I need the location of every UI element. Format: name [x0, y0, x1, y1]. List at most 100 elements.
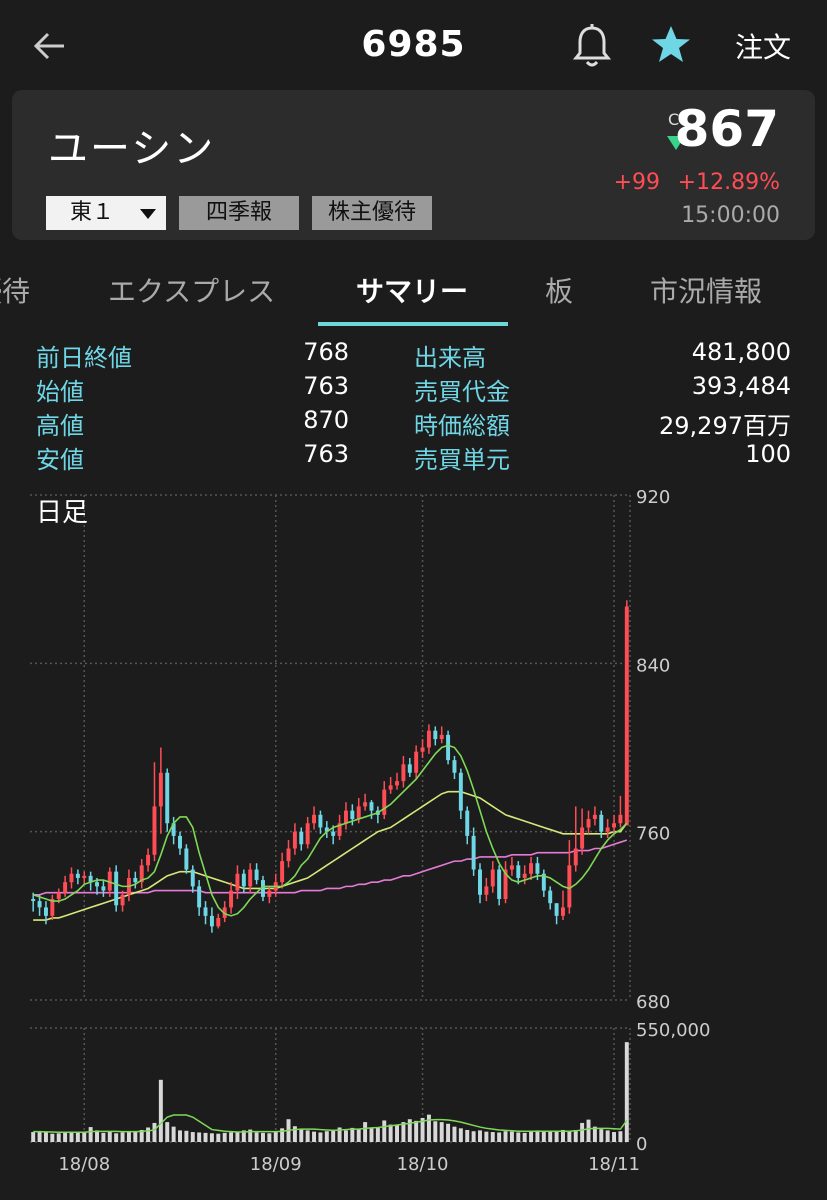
candle-body — [286, 848, 291, 862]
volume-tick-label: 0 — [636, 1134, 647, 1155]
volume-bar — [178, 1130, 182, 1142]
candle-body — [114, 871, 119, 906]
daily-chart[interactable]: 920 840 760 680 550,000 0 18/08 18/09 18/10 18/11… — [0, 480, 827, 1200]
summary-value: 481,800 — [691, 338, 791, 366]
candle-body — [31, 899, 36, 902]
volume-bar — [318, 1132, 323, 1142]
candle-body — [439, 734, 444, 740]
summary-label: 始値 — [36, 378, 84, 406]
volume-bar — [612, 1132, 617, 1142]
candle-body — [356, 806, 361, 820]
candle-body — [43, 907, 48, 916]
summary-label: 売買代金 — [414, 378, 510, 406]
volume-bar — [363, 1122, 368, 1142]
price-tick-label: 840 — [636, 655, 670, 676]
candle-body — [178, 835, 182, 849]
price-change: +99 — [613, 170, 660, 195]
candle-body — [580, 827, 585, 849]
volume-bar — [350, 1127, 355, 1142]
candle-body — [312, 814, 317, 824]
price-time: 15:00:00 — [681, 203, 780, 228]
candle-body — [586, 819, 591, 828]
candle-body — [229, 890, 234, 908]
volume-bar — [56, 1133, 61, 1142]
candle-body — [516, 865, 521, 878]
volume-bar — [171, 1126, 176, 1142]
candle-body — [267, 890, 272, 897]
candle-body — [529, 863, 534, 874]
candle-body — [37, 901, 42, 908]
volume-bar — [541, 1132, 546, 1142]
shikiho-button[interactable]: 四季報 — [179, 196, 299, 230]
volume-bar — [216, 1133, 221, 1142]
candle-body — [56, 892, 61, 899]
candle-body — [299, 831, 304, 845]
current-price: 867 — [674, 100, 779, 158]
date-tick-label: 18/10 — [397, 1154, 449, 1175]
tab-benefit[interactable]: 優待 — [0, 270, 30, 310]
candle-body — [452, 760, 457, 773]
volume-bar — [107, 1131, 112, 1142]
volume-bar — [197, 1132, 202, 1142]
summary-row: 高値 870 時価総額 29,297百万 — [0, 406, 827, 440]
tab-market-info[interactable]: 市況情報 — [650, 270, 762, 310]
volume-bar — [503, 1131, 508, 1142]
volume-bar — [471, 1131, 476, 1142]
volume-bar — [580, 1122, 585, 1142]
date-tick-label: 18/09 — [250, 1154, 302, 1175]
volume-bar — [573, 1129, 578, 1142]
candle-body — [567, 865, 572, 908]
tab-express[interactable]: エクスプレス — [108, 270, 275, 310]
tab-summary[interactable]: サマリー — [356, 270, 468, 310]
shareholder-benefit-button[interactable]: 株主優待 — [312, 196, 432, 230]
volume-bar — [490, 1132, 495, 1142]
volume-bar — [618, 1131, 623, 1142]
volume-bar — [229, 1132, 234, 1142]
volume-bar — [126, 1132, 131, 1142]
date-tick-label: 18/08 — [58, 1154, 110, 1175]
candle-body — [318, 814, 323, 828]
candle-body — [69, 873, 74, 883]
order-button[interactable]: 注文 — [735, 26, 791, 66]
volume-bar — [299, 1129, 304, 1142]
price-tick-label: 680 — [636, 992, 670, 1013]
star-icon[interactable] — [650, 24, 692, 66]
candle-body — [197, 886, 202, 908]
summary-value: 763 — [303, 372, 349, 400]
candle-body — [343, 810, 348, 824]
candle-body — [95, 882, 99, 887]
volume-bar — [567, 1131, 572, 1142]
volume-bar — [267, 1133, 272, 1142]
volume-bar — [63, 1132, 68, 1142]
tab-board[interactable]: 板 — [545, 270, 573, 310]
summary-label: 安値 — [36, 446, 84, 474]
volume-bar — [369, 1127, 374, 1142]
volume-bar — [529, 1131, 534, 1142]
volume-bar — [261, 1132, 265, 1142]
back-arrow-icon[interactable] — [30, 26, 70, 66]
summary-value: 763 — [303, 440, 349, 468]
summary-label: 出来高 — [414, 344, 486, 372]
candle-body — [535, 863, 540, 874]
volume-bar — [158, 1079, 163, 1142]
candle-body — [292, 831, 297, 849]
candle-body — [120, 894, 125, 906]
volume-bar — [458, 1128, 463, 1142]
volume-bar — [69, 1132, 74, 1142]
volume-bar — [605, 1130, 610, 1142]
volume-bar — [452, 1126, 457, 1142]
candle-body — [612, 823, 617, 828]
candle-body — [190, 869, 195, 887]
volume-bar — [50, 1133, 55, 1142]
chevron-down-icon — [140, 209, 156, 219]
candle-body — [522, 873, 527, 878]
bell-icon[interactable] — [570, 22, 614, 70]
volume-bar — [554, 1131, 559, 1142]
candle-body — [82, 875, 87, 878]
volume-ma-line — [33, 1114, 628, 1134]
candle-body — [254, 869, 259, 881]
candle-body — [382, 789, 387, 815]
volume-bar — [624, 1042, 629, 1142]
market-select[interactable]: 東１ — [46, 196, 166, 230]
candle-body — [235, 873, 240, 891]
